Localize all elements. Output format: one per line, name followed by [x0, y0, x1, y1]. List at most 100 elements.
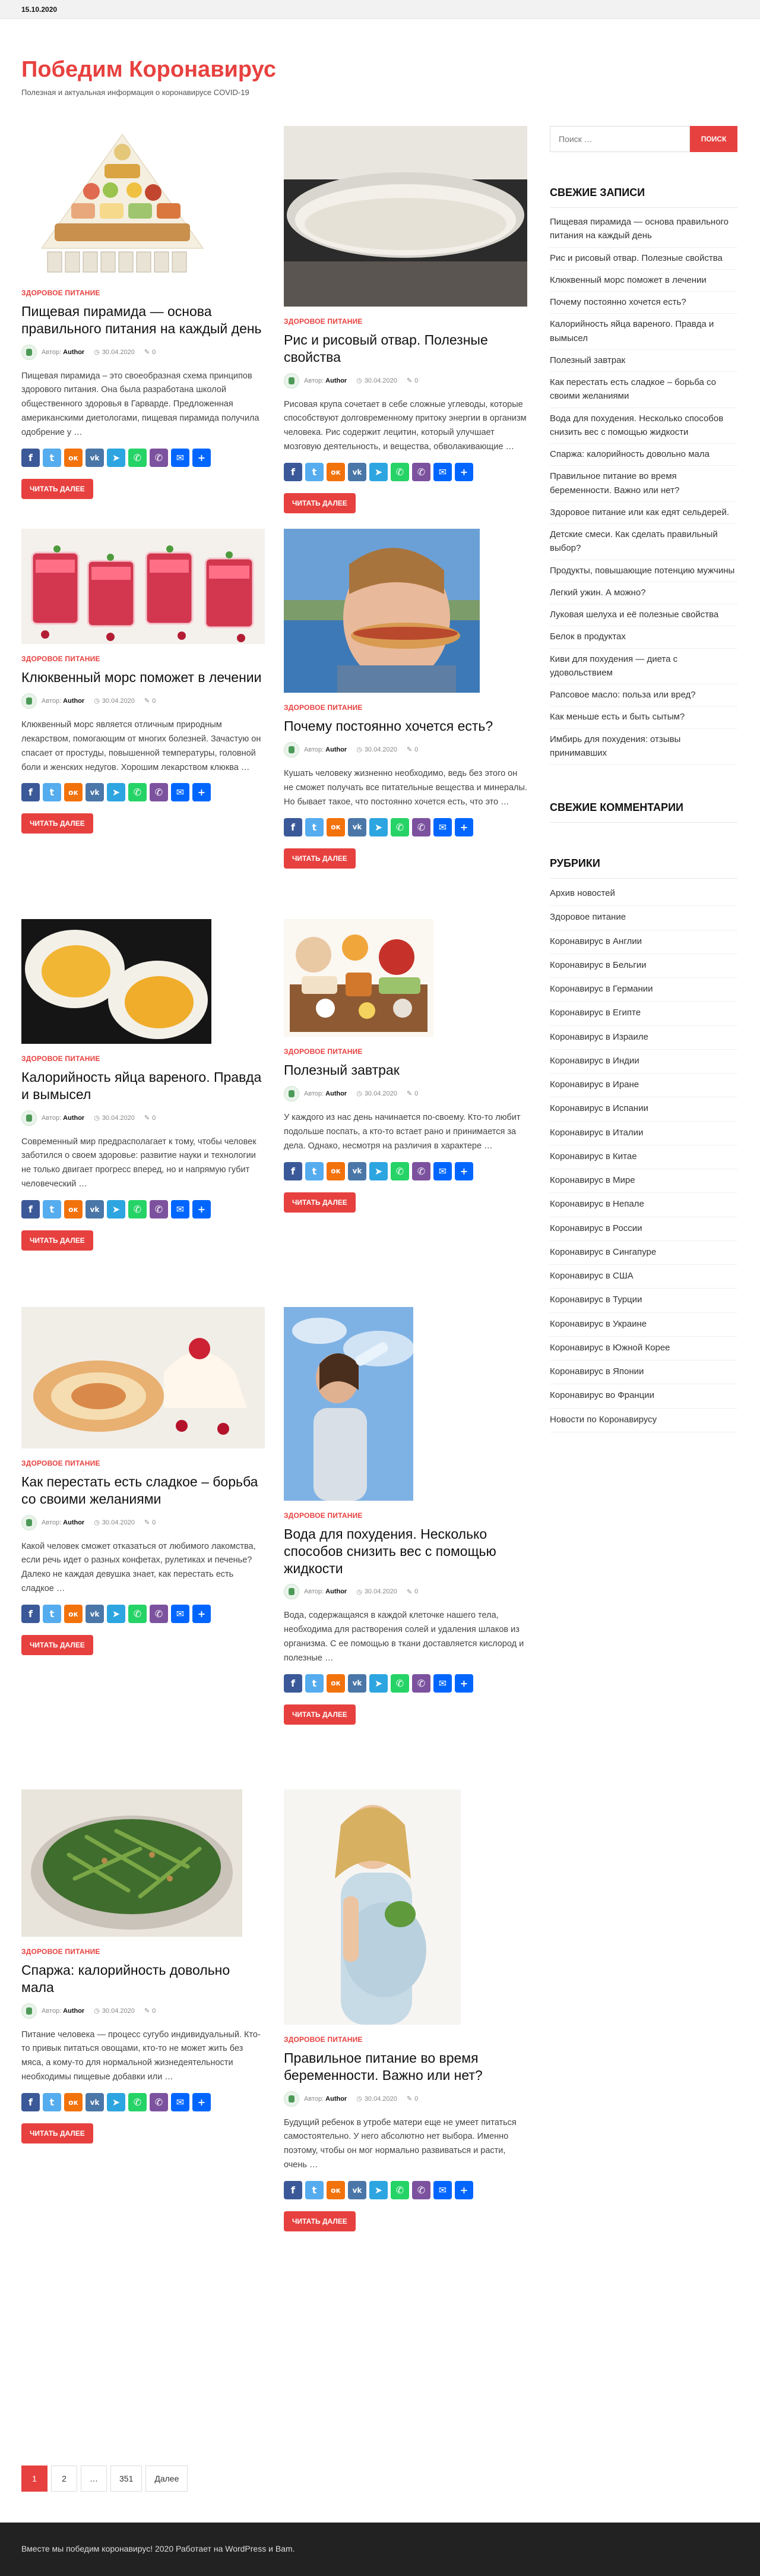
share-email-icon[interactable]: ✉	[433, 817, 452, 836]
share-odnoklassniki-icon[interactable]: ок	[64, 1605, 83, 1624]
share-vkontakte-icon[interactable]: vk	[86, 2093, 104, 2112]
recent-post-link[interactable]: Имбирь для похудения: отзывы принимавших	[550, 729, 737, 765]
share-facebook-icon[interactable]: f	[21, 783, 40, 802]
share-viber-icon[interactable]: ✆	[150, 1200, 168, 1219]
category-link[interactable]: Коронавирус во Франции	[550, 1384, 737, 1409]
recent-post-link[interactable]: Продукты, повышающие потенцию мужчины	[550, 560, 737, 582]
share-facebook-icon[interactable]: f	[284, 1161, 302, 1180]
author-name[interactable]: Author	[63, 1115, 84, 1122]
comments-count[interactable]: 0	[152, 697, 156, 705]
post-category[interactable]: ЗДОРОВОЕ ПИТАНИЕ	[284, 703, 527, 712]
share-twitter-icon[interactable]: t	[43, 2093, 61, 2112]
author-name[interactable]: Author	[325, 377, 347, 384]
post-thumbnail-water[interactable]	[284, 1307, 413, 1501]
category-link[interactable]: Коронавирус в Индии	[550, 1050, 737, 1074]
post-thumbnail-asparagus[interactable]	[21, 1789, 242, 1937]
share-share-icon[interactable]: +	[192, 2093, 211, 2112]
share-vkontakte-icon[interactable]: vk	[348, 1161, 366, 1180]
post-thumbnail-breakfast[interactable]	[284, 919, 433, 1037]
category-link[interactable]: Коронавирус в США	[550, 1265, 737, 1289]
share-email-icon[interactable]: ✉	[171, 1605, 189, 1624]
category-link[interactable]: Коронавирус в Японии	[550, 1360, 737, 1385]
author-name[interactable]: Author	[63, 349, 84, 356]
share-twitter-icon[interactable]: t	[305, 817, 324, 836]
post-thumbnail-eggs[interactable]	[21, 919, 211, 1044]
share-vkontakte-icon[interactable]: vk	[86, 1200, 104, 1219]
share-share-icon[interactable]: +	[455, 2181, 473, 2200]
share-share-icon[interactable]: +	[192, 783, 211, 802]
share-share-icon[interactable]: +	[192, 1200, 211, 1219]
post-title[interactable]: Пищевая пирамида — основа правильного пи…	[21, 303, 265, 337]
share-facebook-icon[interactable]: f	[284, 1674, 302, 1693]
recent-post-link[interactable]: Киви для похудения — диета с удовольстви…	[550, 649, 737, 684]
share-odnoklassniki-icon[interactable]: ок	[327, 1161, 345, 1180]
share-facebook-icon[interactable]: f	[284, 817, 302, 836]
read-more-button[interactable]: ЧИТАТЬ ДАЛЕЕ	[284, 848, 356, 869]
post-category[interactable]: ЗДОРОВОЕ ПИТАНИЕ	[284, 1047, 527, 1056]
search-button[interactable]: ПОИСК	[690, 126, 737, 152]
post-date[interactable]: 30.04.2020	[102, 1115, 135, 1122]
share-twitter-icon[interactable]: t	[43, 449, 61, 468]
recent-post-link[interactable]: Правильное питание во время беременности…	[550, 466, 737, 502]
comments-count[interactable]: 0	[414, 746, 418, 753]
recent-post-link[interactable]: Почему постоянно хочется есть?	[550, 292, 737, 314]
post-title[interactable]: Полезный завтрак	[284, 1062, 527, 1079]
share-twitter-icon[interactable]: t	[43, 1605, 61, 1624]
read-more-button[interactable]: ЧИТАТЬ ДАЛЕЕ	[21, 813, 93, 834]
category-link[interactable]: Коронавирус в Италии	[550, 1122, 737, 1145]
share-odnoklassniki-icon[interactable]: ок	[64, 1200, 83, 1219]
author-name[interactable]: Author	[325, 1090, 347, 1097]
share-email-icon[interactable]: ✉	[433, 1674, 452, 1693]
post-title[interactable]: Правильное питание во время беременности…	[284, 2050, 527, 2084]
share-whatsapp-icon[interactable]: ✆	[391, 1674, 409, 1693]
share-whatsapp-icon[interactable]: ✆	[391, 1161, 409, 1180]
share-viber-icon[interactable]: ✆	[412, 463, 430, 482]
share-email-icon[interactable]: ✉	[171, 1200, 189, 1219]
recent-post-link[interactable]: Спаржа: калорийность довольно мала	[550, 444, 737, 466]
post-thumbnail-cranberry[interactable]	[21, 529, 265, 644]
author-name[interactable]: Author	[325, 746, 347, 753]
share-email-icon[interactable]: ✉	[433, 1161, 452, 1180]
comments-count[interactable]: 0	[414, 1588, 418, 1595]
share-share-icon[interactable]: +	[455, 817, 473, 836]
share-email-icon[interactable]: ✉	[171, 2093, 189, 2112]
category-link[interactable]: Коронавирус в Южной Корее	[550, 1337, 737, 1360]
post-category[interactable]: ЗДОРОВОЕ ПИТАНИЕ	[284, 1511, 527, 1520]
category-link[interactable]: Коронавирус в Германии	[550, 978, 737, 1002]
share-vkontakte-icon[interactable]: vk	[86, 783, 104, 802]
share-viber-icon[interactable]: ✆	[150, 2093, 168, 2112]
share-telegram-icon[interactable]: ➤	[107, 1605, 125, 1624]
share-telegram-icon[interactable]: ➤	[369, 463, 388, 482]
post-date[interactable]: 30.04.2020	[365, 1090, 397, 1097]
share-vkontakte-icon[interactable]: vk	[86, 449, 104, 468]
read-more-button[interactable]: ЧИТАТЬ ДАЛЕЕ	[21, 1635, 93, 1656]
category-link[interactable]: Коронавирус в Сингапуре	[550, 1241, 737, 1265]
category-link[interactable]: Коронавирус в Мире	[550, 1169, 737, 1194]
share-odnoklassniki-icon[interactable]: ок	[64, 449, 83, 468]
search-input[interactable]	[550, 126, 690, 152]
read-more-button[interactable]: ЧИТАТЬ ДАЛЕЕ	[21, 1230, 93, 1251]
comments-count[interactable]: 0	[414, 377, 418, 384]
share-twitter-icon[interactable]: t	[305, 2181, 324, 2200]
share-viber-icon[interactable]: ✆	[412, 1161, 430, 1180]
post-date[interactable]: 30.04.2020	[365, 2095, 397, 2103]
share-share-icon[interactable]: +	[192, 1605, 211, 1624]
recent-post-link[interactable]: Калорийность яйца вареного. Правда и вым…	[550, 314, 737, 350]
comments-count[interactable]: 0	[152, 1115, 156, 1122]
share-odnoklassniki-icon[interactable]: ок	[327, 817, 345, 836]
author-name[interactable]: Author	[63, 697, 84, 705]
post-date[interactable]: 30.04.2020	[102, 349, 135, 356]
share-whatsapp-icon[interactable]: ✆	[128, 449, 147, 468]
recent-post-link[interactable]: Пищевая пирамида — основа правильного пи…	[550, 211, 737, 248]
recent-post-link[interactable]: Детские смеси. Как сделать правильный вы…	[550, 524, 737, 560]
post-category[interactable]: ЗДОРОВОЕ ПИТАНИЕ	[21, 655, 265, 663]
share-facebook-icon[interactable]: f	[21, 1605, 40, 1624]
share-email-icon[interactable]: ✉	[433, 463, 452, 482]
share-share-icon[interactable]: +	[455, 1674, 473, 1693]
share-twitter-icon[interactable]: t	[43, 783, 61, 802]
post-date[interactable]: 30.04.2020	[102, 1519, 135, 1526]
share-vkontakte-icon[interactable]: vk	[348, 1674, 366, 1693]
recent-post-link[interactable]: Клюквенный морс поможет в лечении	[550, 270, 737, 292]
comments-count[interactable]: 0	[152, 2007, 156, 2015]
post-category[interactable]: ЗДОРОВОЕ ПИТАНИЕ	[284, 2035, 527, 2044]
